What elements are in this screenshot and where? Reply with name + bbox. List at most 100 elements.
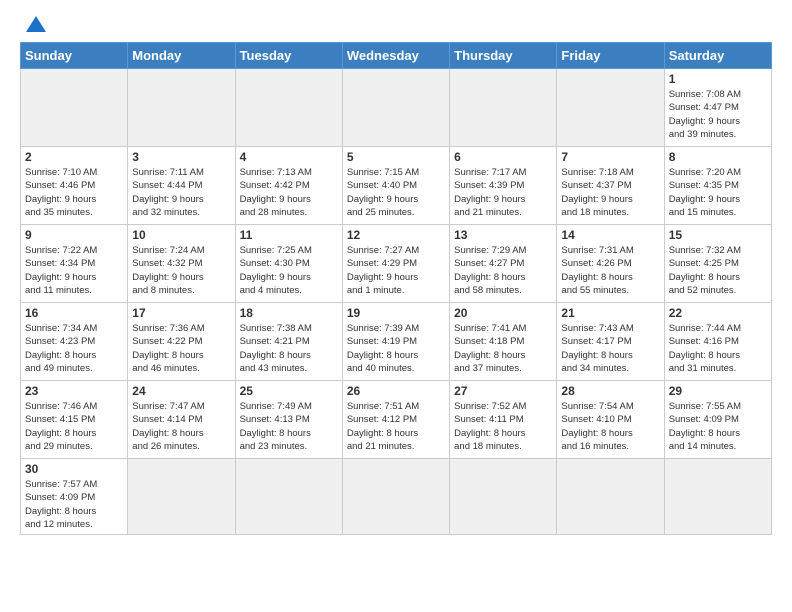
day-cell: 24 Sunrise: 7:47 AM Sunset: 4:14 PM Dayli…: [128, 381, 235, 459]
day-cell: 10Sunrise: 7:24 AM Sunset: 4:32 PM Dayli…: [128, 225, 235, 303]
day-info: Sunrise: 7:55 AM Sunset: 4:09 PM Dayligh…: [669, 400, 767, 453]
day-info: Sunrise: 7:11 AM Sunset: 4:44 PM Dayligh…: [132, 166, 230, 219]
day-cell: [664, 459, 771, 535]
day-info: Sunrise: 7:36 AM Sunset: 4:22 PM Dayligh…: [132, 322, 230, 375]
day-number: 29: [669, 384, 767, 398]
day-info: Sunrise: 7:38 AM Sunset: 4:21 PM Dayligh…: [240, 322, 338, 375]
day-cell: 30 Sunrise: 7:57 AM Sunset: 4:09 PM Dayli…: [21, 459, 128, 535]
day-info: Sunrise: 7:15 AM Sunset: 4:40 PM Dayligh…: [347, 166, 445, 219]
weekday-header-tuesday: Tuesday: [235, 43, 342, 69]
day-cell: 25Sunrise: 7:49 AM Sunset: 4:13 PM Dayli…: [235, 381, 342, 459]
day-cell: 2Sunrise: 7:10 AM Sunset: 4:46 PM Daylig…: [21, 147, 128, 225]
day-cell: 18 Sunrise: 7:38 AM Sunset: 4:21 PM Dayli…: [235, 303, 342, 381]
day-number: 9: [25, 228, 123, 242]
day-cell: 13Sunrise: 7:29 AM Sunset: 4:27 PM Dayli…: [450, 225, 557, 303]
day-info: Sunrise: 7:51 AM Sunset: 4:12 PM Dayligh…: [347, 400, 445, 453]
day-cell: 4 Sunrise: 7:13 AM Sunset: 4:42 PM Daylig…: [235, 147, 342, 225]
day-cell: 17Sunrise: 7:36 AM Sunset: 4:22 PM Dayli…: [128, 303, 235, 381]
weekday-header-row: SundayMondayTuesdayWednesdayThursdayFrid…: [21, 43, 772, 69]
day-number: 6: [454, 150, 552, 164]
day-cell: 3Sunrise: 7:11 AM Sunset: 4:44 PM Daylig…: [128, 147, 235, 225]
day-info: Sunrise: 7:34 AM Sunset: 4:23 PM Dayligh…: [25, 322, 123, 375]
day-cell: 14 Sunrise: 7:31 AM Sunset: 4:26 PM Dayli…: [557, 225, 664, 303]
day-info: Sunrise: 7:17 AM Sunset: 4:39 PM Dayligh…: [454, 166, 552, 219]
day-number: 27: [454, 384, 552, 398]
day-cell: [450, 459, 557, 535]
day-number: 21: [561, 306, 659, 320]
day-number: 30: [25, 462, 123, 476]
weekday-header-sunday: Sunday: [21, 43, 128, 69]
day-info: Sunrise: 7:52 AM Sunset: 4:11 PM Dayligh…: [454, 400, 552, 453]
weekday-header-monday: Monday: [128, 43, 235, 69]
day-info: Sunrise: 7:31 AM Sunset: 4:26 PM Dayligh…: [561, 244, 659, 297]
day-number: 11: [240, 228, 338, 242]
day-info: Sunrise: 7:43 AM Sunset: 4:17 PM Dayligh…: [561, 322, 659, 375]
day-number: 24: [132, 384, 230, 398]
weekday-header-saturday: Saturday: [664, 43, 771, 69]
day-number: 14: [561, 228, 659, 242]
day-number: 23: [25, 384, 123, 398]
day-info: Sunrise: 7:47 AM Sunset: 4:14 PM Dayligh…: [132, 400, 230, 453]
day-info: Sunrise: 7:27 AM Sunset: 4:29 PM Dayligh…: [347, 244, 445, 297]
day-cell: 23 Sunrise: 7:46 AM Sunset: 4:15 PM Dayli…: [21, 381, 128, 459]
day-info: Sunrise: 7:46 AM Sunset: 4:15 PM Dayligh…: [25, 400, 123, 453]
day-cell: 28 Sunrise: 7:54 AM Sunset: 4:10 PM Dayli…: [557, 381, 664, 459]
day-cell: [557, 459, 664, 535]
day-cell: 12 Sunrise: 7:27 AM Sunset: 4:29 PM Dayli…: [342, 225, 449, 303]
day-cell: [450, 69, 557, 147]
weekday-header-friday: Friday: [557, 43, 664, 69]
weekday-header-wednesday: Wednesday: [342, 43, 449, 69]
day-cell: [128, 459, 235, 535]
page: SundayMondayTuesdayWednesdayThursdayFrid…: [0, 0, 792, 612]
day-info: Sunrise: 7:41 AM Sunset: 4:18 PM Dayligh…: [454, 322, 552, 375]
day-number: 1: [669, 72, 767, 86]
day-info: Sunrise: 7:13 AM Sunset: 4:42 PM Dayligh…: [240, 166, 338, 219]
day-cell: 7 Sunrise: 7:18 AM Sunset: 4:37 PM Daylig…: [557, 147, 664, 225]
header: [20, 16, 772, 32]
day-number: 26: [347, 384, 445, 398]
day-info: Sunrise: 7:54 AM Sunset: 4:10 PM Dayligh…: [561, 400, 659, 453]
day-cell: 8Sunrise: 7:20 AM Sunset: 4:35 PM Daylig…: [664, 147, 771, 225]
day-number: 19: [347, 306, 445, 320]
day-cell: 26 Sunrise: 7:51 AM Sunset: 4:12 PM Dayli…: [342, 381, 449, 459]
weekday-header-thursday: Thursday: [450, 43, 557, 69]
day-cell: [235, 459, 342, 535]
day-cell: [128, 69, 235, 147]
day-number: 5: [347, 150, 445, 164]
week-row-3: 9 Sunrise: 7:22 AM Sunset: 4:34 PM Daylig…: [21, 225, 772, 303]
day-info: Sunrise: 7:20 AM Sunset: 4:35 PM Dayligh…: [669, 166, 767, 219]
day-info: Sunrise: 7:49 AM Sunset: 4:13 PM Dayligh…: [240, 400, 338, 453]
day-number: 28: [561, 384, 659, 398]
day-cell: [342, 69, 449, 147]
week-row-1: 1 Sunrise: 7:08 AM Sunset: 4:47 PM Daylig…: [21, 69, 772, 147]
day-cell: 22Sunrise: 7:44 AM Sunset: 4:16 PM Dayli…: [664, 303, 771, 381]
day-cell: 6 Sunrise: 7:17 AM Sunset: 4:39 PM Daylig…: [450, 147, 557, 225]
day-cell: 5 Sunrise: 7:15 AM Sunset: 4:40 PM Daylig…: [342, 147, 449, 225]
day-number: 22: [669, 306, 767, 320]
week-row-5: 23 Sunrise: 7:46 AM Sunset: 4:15 PM Dayli…: [21, 381, 772, 459]
day-number: 4: [240, 150, 338, 164]
day-info: Sunrise: 7:22 AM Sunset: 4:34 PM Dayligh…: [25, 244, 123, 297]
day-cell: 1 Sunrise: 7:08 AM Sunset: 4:47 PM Daylig…: [664, 69, 771, 147]
day-cell: [557, 69, 664, 147]
day-cell: 16 Sunrise: 7:34 AM Sunset: 4:23 PM Dayli…: [21, 303, 128, 381]
day-number: 18: [240, 306, 338, 320]
day-cell: 21 Sunrise: 7:43 AM Sunset: 4:17 PM Dayli…: [557, 303, 664, 381]
day-info: Sunrise: 7:18 AM Sunset: 4:37 PM Dayligh…: [561, 166, 659, 219]
day-number: 7: [561, 150, 659, 164]
day-info: Sunrise: 7:08 AM Sunset: 4:47 PM Dayligh…: [669, 88, 767, 141]
day-number: 12: [347, 228, 445, 242]
day-cell: [21, 69, 128, 147]
day-number: 15: [669, 228, 767, 242]
day-cell: [342, 459, 449, 535]
day-cell: 15Sunrise: 7:32 AM Sunset: 4:25 PM Dayli…: [664, 225, 771, 303]
day-cell: 20Sunrise: 7:41 AM Sunset: 4:18 PM Dayli…: [450, 303, 557, 381]
day-cell: 9 Sunrise: 7:22 AM Sunset: 4:34 PM Daylig…: [21, 225, 128, 303]
day-number: 13: [454, 228, 552, 242]
week-row-4: 16 Sunrise: 7:34 AM Sunset: 4:23 PM Dayli…: [21, 303, 772, 381]
day-info: Sunrise: 7:57 AM Sunset: 4:09 PM Dayligh…: [25, 478, 123, 531]
day-info: Sunrise: 7:24 AM Sunset: 4:32 PM Dayligh…: [132, 244, 230, 297]
day-cell: 29 Sunrise: 7:55 AM Sunset: 4:09 PM Dayli…: [664, 381, 771, 459]
day-info: Sunrise: 7:25 AM Sunset: 4:30 PM Dayligh…: [240, 244, 338, 297]
day-number: 16: [25, 306, 123, 320]
